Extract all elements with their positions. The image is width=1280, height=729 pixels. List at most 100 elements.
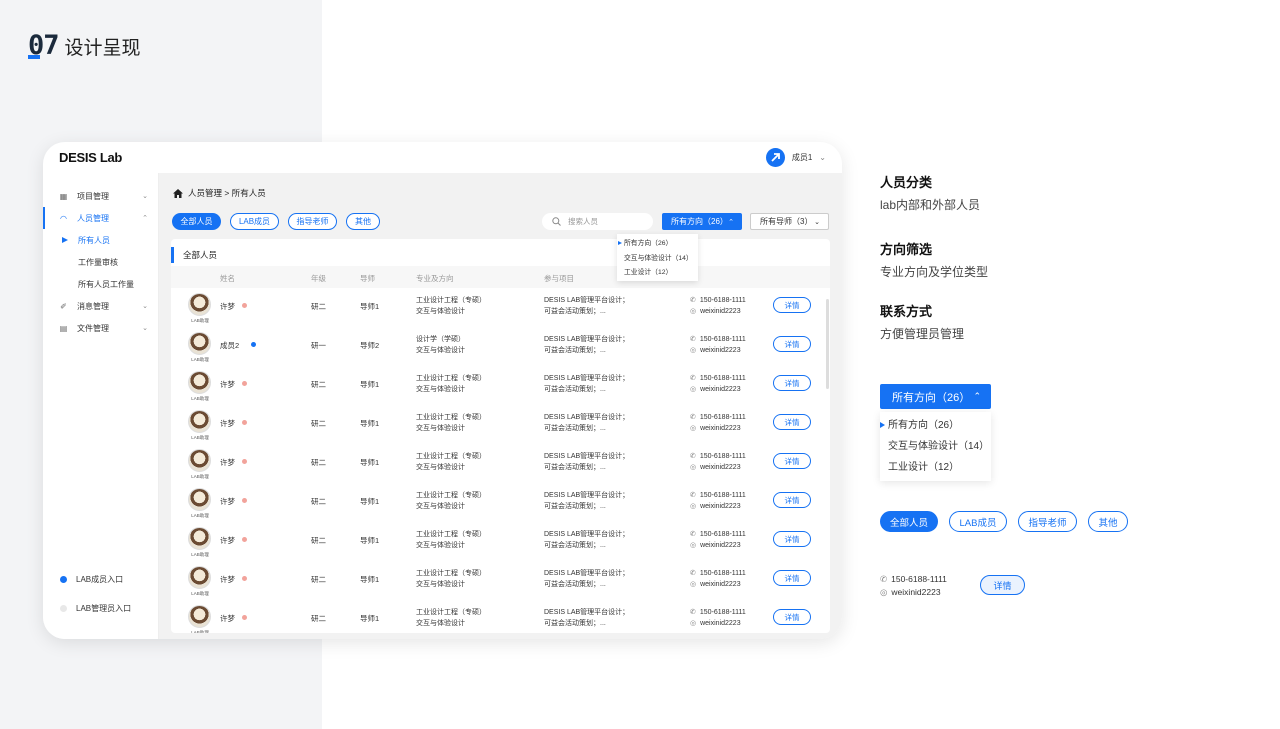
showcase-option-industrial[interactable]: 工业设计（12） [880, 457, 991, 478]
sidebar-subitem-all-workload[interactable]: 所有人员工作量 [43, 273, 158, 295]
showcase-contact: ✆ 150-6188-1111 ◎ weixinid2223 [880, 573, 947, 599]
phone-number: 150-6188-1111 [699, 375, 746, 382]
member-major: 工业设计工程（专硕） 交互与体验设计 [416, 295, 486, 317]
detail-button[interactable]: 详情 [773, 531, 811, 547]
wechat-id: weixinid2223 [700, 386, 741, 393]
tutor-dropdown[interactable]: 所有导师（3） ⌄ [750, 213, 829, 230]
chevron-down-icon: ⌄ [814, 218, 820, 226]
showcase-tab-tutors[interactable]: 指导老师 [1018, 511, 1077, 532]
project-line: 可益会活动策划；... [544, 386, 606, 393]
wechat-id: weixinid2223 [700, 620, 741, 627]
direction-option-interaction[interactable]: 交互与体验设计（14） [617, 252, 698, 267]
major-line: 工业设计工程（专硕） [416, 453, 486, 460]
direction-option-industrial[interactable]: 工业设计（12） [617, 266, 698, 281]
wechat-id: weixinid2223 [700, 464, 741, 471]
detail-button[interactable]: 详情 [773, 570, 811, 586]
phone-icon: ✆ [690, 531, 696, 538]
member-tutor: 导师1 [360, 302, 380, 311]
member-tutor: 导师1 [360, 380, 380, 389]
member-name: 许梦 [220, 458, 235, 467]
member-year: 研二 [311, 302, 326, 311]
sidebar-subitem-workload-review[interactable]: 工作量审核 [43, 251, 158, 273]
showcase-direction-dropdown[interactable]: 所有方向（26） ⌃ [880, 384, 991, 409]
tab-tutors[interactable]: 指导老师 [288, 213, 337, 230]
avatar [188, 332, 211, 355]
filter-tabs: 全部人员 LAB成员 指导老师 其他 [172, 213, 389, 230]
table-row: LAB助理 许梦 研二 导师1 工业设计工程（专硕） 交互与体验设计 DESIS LAB管理… [171, 561, 830, 600]
tab-other[interactable]: 其他 [346, 213, 380, 230]
sidebar-item-people[interactable]: ◠ 人员管理 ⌃ [43, 207, 158, 229]
project-line: 可益会活动策划；... [544, 581, 606, 588]
wechat-icon: ◎ [690, 308, 697, 315]
member-tutor: 导师1 [360, 458, 380, 467]
avatar [188, 293, 211, 316]
member-contact: ✆ 150-6188-1111 ◎ weixinid2223 [690, 451, 746, 473]
phone-number: 150-6188-1111 [699, 453, 746, 460]
detail-button[interactable]: 详情 [773, 297, 811, 313]
phone-icon: ✆ [690, 375, 696, 382]
detail-button[interactable]: 详情 [773, 453, 811, 469]
showcase-tab-other[interactable]: 其他 [1088, 511, 1128, 532]
detail-button[interactable]: 详情 [773, 414, 811, 430]
showcase-tab-lab[interactable]: LAB成员 [949, 511, 1007, 532]
avatar-label: LAB助理 [191, 630, 209, 633]
avatar [188, 527, 211, 550]
user-menu[interactable]: 成员1 ⌄ [765, 148, 826, 167]
entry-label: LAB成员入口 [76, 575, 124, 584]
chevron-down-icon: ⌄ [142, 303, 148, 310]
member-projects: DESIS LAB管理平台设计； 可益会活动策划；... [544, 412, 629, 434]
major-line: 工业设计工程（专硕） [416, 414, 486, 421]
showcase-tabs: 全部人员 LAB成员 指导老师 其他 [880, 511, 1139, 532]
breadcrumb: 人员管理 > 所有人员 [173, 187, 266, 199]
detail-button[interactable]: 详情 [773, 375, 811, 391]
tab-all-people[interactable]: 全部人员 [172, 213, 221, 230]
table-row: LAB助理 许梦 研二 导师1 工业设计工程（专硕） 交互与体验设计 DESIS LAB管理… [171, 522, 830, 561]
sidebar-item-projects[interactable]: ▦ 项目管理 ⌄ [43, 185, 158, 207]
member-year: 研二 [311, 458, 326, 467]
member-tutor: 导师1 [360, 419, 380, 428]
column-header-tutor: 导师 [360, 274, 375, 283]
wechat-icon: ◎ [690, 620, 697, 627]
showcase-tab-all[interactable]: 全部人员 [880, 511, 938, 532]
direction-dropdown[interactable]: 所有方向（26） ⌃ [662, 213, 742, 230]
member-projects: DESIS LAB管理平台设计； 可益会活动策划；... [544, 568, 629, 590]
sidebar-item-messages[interactable]: ✐ 消息管理 ⌄ [43, 295, 158, 317]
wechat-id: weixinid2223 [700, 308, 741, 315]
showcase-detail-button[interactable]: 详情 [980, 575, 1025, 595]
radio-selected-icon [60, 576, 67, 583]
member-major: 设计学（学硕） 交互与体验设计 [416, 334, 465, 356]
major-line: 交互与体验设计 [416, 464, 465, 471]
showcase-option-all[interactable]: 所有方向（26） [880, 415, 991, 436]
avatar-label: LAB助理 [191, 318, 209, 323]
sidebar-subitem-all-people[interactable]: 所有人员 [43, 229, 158, 251]
major-line: 交互与体验设计 [416, 308, 465, 315]
detail-button[interactable]: 详情 [773, 609, 811, 625]
member-year: 研二 [311, 575, 326, 584]
project-line: DESIS LAB管理平台设计； [544, 336, 630, 343]
project-line: DESIS LAB管理平台设计； [544, 453, 630, 460]
chevron-down-icon: ⌄ [819, 153, 826, 162]
app-window: DESIS Lab 成员1 ⌄ ▦ 项目管理 ⌄ ◠ 人员管理 ⌃ 所有人员 工… [43, 142, 842, 639]
lab-admin-entry[interactable]: LAB管理员入口 [60, 603, 131, 614]
showcase-option-interaction[interactable]: 交互与体验设计（14） [880, 436, 991, 457]
status-dot [242, 576, 247, 581]
phone-icon: ✆ [690, 297, 696, 304]
radio-unselected-icon [60, 605, 67, 612]
detail-button[interactable]: 详情 [773, 492, 811, 508]
direction-dropdown-label: 所有方向（26） [671, 217, 728, 226]
member-name: 许梦 [220, 614, 235, 623]
avatar-label: LAB助理 [191, 591, 209, 596]
project-line: 可益会活动策划；... [544, 464, 606, 471]
status-dot [242, 615, 247, 620]
direction-option-all[interactable]: 所有方向（26） [617, 237, 698, 252]
detail-button[interactable]: 详情 [773, 336, 811, 352]
table-scrollbar[interactable] [826, 299, 829, 389]
annotation-classification: 人员分类 lab内部和外部人员 [880, 172, 980, 213]
lab-member-entry[interactable]: LAB成员入口 [60, 574, 123, 585]
member-major: 工业设计工程（专硕） 交互与体验设计 [416, 451, 486, 473]
user-avatar-icon [765, 148, 785, 167]
member-name: 许梦 [220, 536, 235, 545]
search-input[interactable]: 搜索人员 [542, 213, 653, 230]
sidebar-item-files[interactable]: ▤ 文件管理 ⌄ [43, 317, 158, 339]
tab-lab-members[interactable]: LAB成员 [230, 213, 279, 230]
